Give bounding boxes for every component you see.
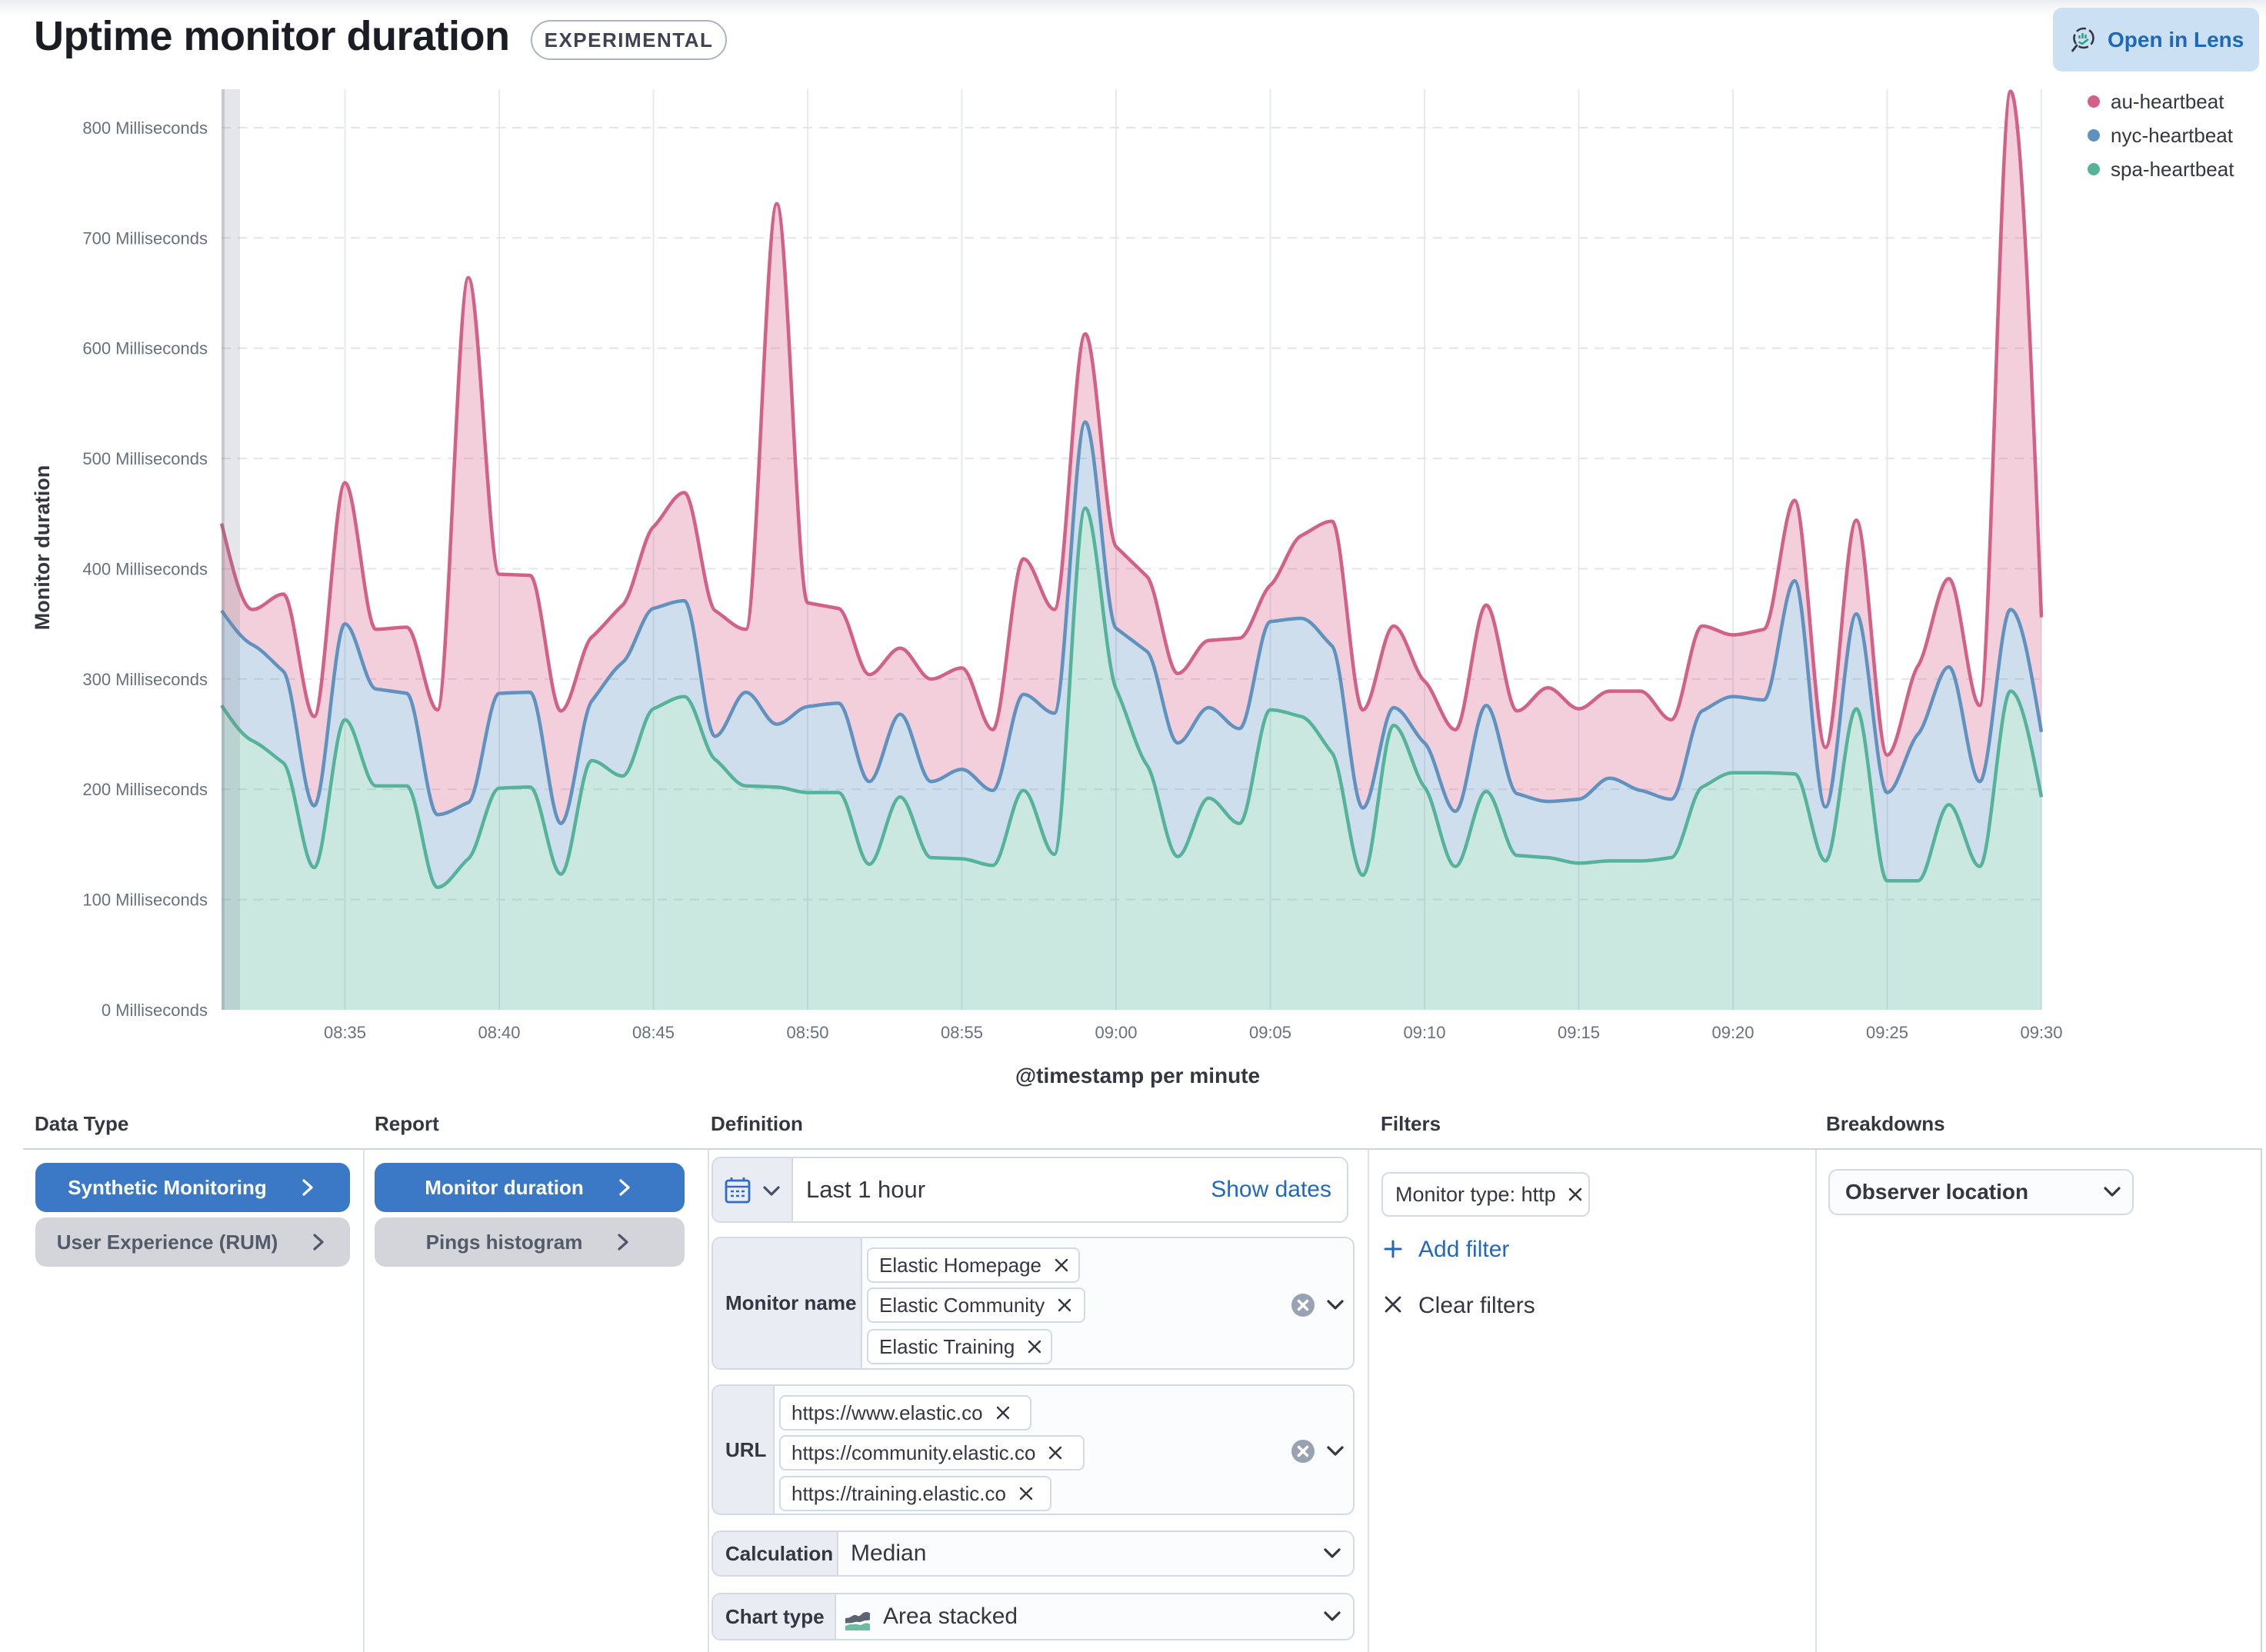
svg-text:08:55: 08:55 xyxy=(941,1023,983,1042)
svg-text:09:30: 09:30 xyxy=(2020,1023,2062,1042)
svg-text:09:10: 09:10 xyxy=(1403,1023,1445,1042)
svg-text:100 Milliseconds: 100 Milliseconds xyxy=(82,891,208,910)
svg-text:@timestamp per minute: @timestamp per minute xyxy=(1015,1064,1260,1087)
svg-text:300 Milliseconds: 300 Milliseconds xyxy=(82,670,208,689)
svg-text:08:50: 08:50 xyxy=(786,1023,828,1042)
svg-text:09:00: 09:00 xyxy=(1095,1023,1137,1042)
svg-text:09:25: 09:25 xyxy=(1866,1023,1908,1042)
svg-text:08:45: 08:45 xyxy=(632,1023,675,1042)
svg-text:400 Milliseconds: 400 Milliseconds xyxy=(82,560,208,579)
svg-text:spa-heartbeat: spa-heartbeat xyxy=(2111,158,2234,181)
svg-text:09:05: 09:05 xyxy=(1249,1023,1291,1042)
svg-text:200 Milliseconds: 200 Milliseconds xyxy=(82,780,208,799)
svg-text:700 Milliseconds: 700 Milliseconds xyxy=(82,228,208,248)
svg-text:600 Milliseconds: 600 Milliseconds xyxy=(82,339,208,358)
svg-text:au-heartbeat: au-heartbeat xyxy=(2111,90,2224,113)
svg-text:Monitor duration: Monitor duration xyxy=(31,465,54,630)
svg-text:08:35: 08:35 xyxy=(324,1023,366,1042)
svg-text:nyc-heartbeat: nyc-heartbeat xyxy=(2111,124,2234,147)
svg-text:800 Milliseconds: 800 Milliseconds xyxy=(82,118,208,138)
svg-text:0 Milliseconds: 0 Milliseconds xyxy=(102,1001,208,1020)
svg-text:500 Milliseconds: 500 Milliseconds xyxy=(82,449,208,468)
svg-text:09:20: 09:20 xyxy=(1711,1023,1754,1042)
svg-text:08:40: 08:40 xyxy=(478,1023,520,1042)
svg-text:09:15: 09:15 xyxy=(1558,1023,1600,1042)
